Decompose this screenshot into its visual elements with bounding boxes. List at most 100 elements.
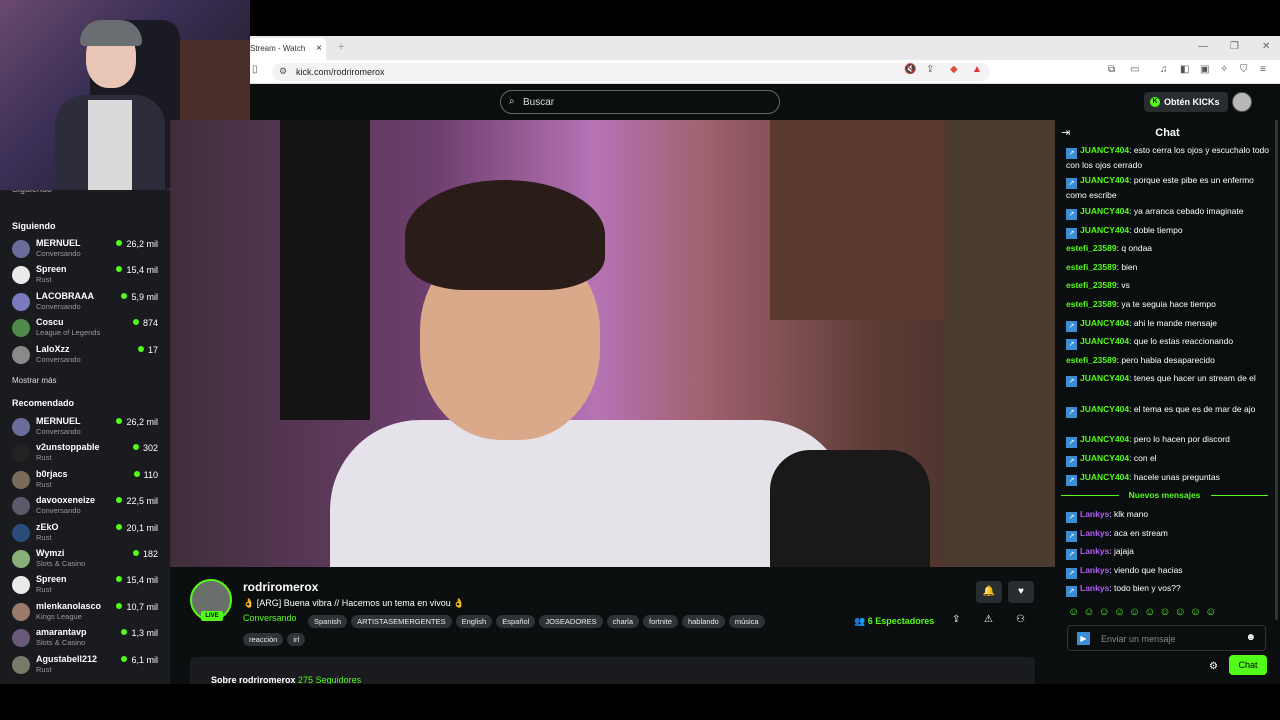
url-field[interactable]: ⚙ kick.com/rodriromerox — [272, 63, 990, 81]
subscriber-badge-icon: ↗ — [1066, 178, 1077, 189]
tag[interactable]: JOSEADORES — [539, 615, 603, 628]
user-actions-icon[interactable]: ⚇ — [1016, 614, 1025, 625]
sidebar-channel[interactable]: b0rjacs Rust 110 — [12, 469, 162, 493]
maximize-icon[interactable]: ❐ — [1230, 41, 1239, 52]
notification-bell-button[interactable]: 🔔 — [976, 581, 1002, 603]
subscriber-badge-icon: ↗ — [1066, 228, 1077, 239]
vpn-icon[interactable]: ⛉ — [1240, 64, 1248, 75]
mute-icon[interactable]: 🔇 — [904, 64, 916, 75]
share-icon[interactable]: ⇪ — [952, 614, 960, 625]
tag[interactable]: hablando — [681, 615, 725, 628]
tag[interactable]: ARTISTASEMERGENTES — [351, 615, 452, 628]
chat-input[interactable]: ▶ Enviar un mensaje ☻ — [1067, 625, 1266, 651]
chat-username[interactable]: JUANCY404 — [1080, 225, 1129, 235]
sidebar-channel[interactable]: MERNUEL Conversando 26,2 mil — [12, 416, 162, 440]
chat-username[interactable]: JUANCY404 — [1080, 404, 1129, 414]
chat-username[interactable]: JUANCY404 — [1080, 206, 1129, 216]
sidebar-channel[interactable]: v2unstoppable Rust 302 — [12, 442, 162, 466]
follow-heart-button[interactable]: ♥ — [1008, 581, 1034, 603]
share-icon[interactable]: ⇪ — [926, 64, 934, 75]
report-icon[interactable]: ⚠ — [984, 614, 993, 625]
minimize-icon[interactable]: — — [1198, 41, 1208, 52]
stream-category[interactable]: Conversando — [243, 613, 297, 623]
chat-message: estefi_23589: vs — [1066, 280, 1130, 290]
chat-username[interactable]: estefi_23589 — [1066, 243, 1117, 253]
search-input[interactable]: ⌕ Buscar — [500, 90, 780, 114]
emoji-icon[interactable]: ☻ — [1245, 632, 1256, 643]
emote-bar[interactable]: ☺☺☺☺☺☺☺☺☺☺ — [1068, 606, 1273, 618]
extensions-icon[interactable]: ⧉ — [1108, 64, 1115, 75]
send-chat-button[interactable]: Chat — [1229, 655, 1267, 675]
shield-icon[interactable]: ◆ — [950, 64, 958, 75]
bookmark-icon[interactable]: ▯ — [252, 64, 258, 75]
tag[interactable]: música — [728, 615, 765, 628]
chat-username[interactable]: Lankys — [1080, 565, 1109, 575]
chat-username[interactable]: JUANCY404 — [1080, 175, 1129, 185]
leo-icon[interactable]: ✧ — [1220, 64, 1228, 75]
chat-username[interactable]: Lankys — [1080, 583, 1109, 593]
chat-scrollbar[interactable] — [1275, 120, 1278, 620]
close-window-icon[interactable]: ✕ — [1262, 41, 1270, 52]
show-more-link[interactable]: Mostrar más — [12, 376, 56, 385]
chat-message: ↗ Lankys: aca en stream — [1066, 527, 1271, 542]
chat-username[interactable]: Lankys — [1080, 509, 1109, 519]
chat-username[interactable]: JUANCY404 — [1080, 318, 1129, 328]
sidebar-channel[interactable]: Spreen Rust 15,4 mil — [12, 264, 162, 288]
browser-tab[interactable]: Stream - Watch × — [250, 38, 326, 60]
tag[interactable]: charla — [606, 615, 640, 628]
channel-category: Rust — [36, 533, 52, 542]
tag[interactable]: reacción — [243, 633, 284, 646]
chat-username[interactable]: JUANCY404 — [1080, 373, 1129, 383]
chat-username[interactable]: JUANCY404 — [1080, 472, 1129, 482]
tag[interactable]: Spanish — [308, 615, 348, 628]
sidebar-channel[interactable]: davooxeneize Conversando 22,5 mil — [12, 495, 162, 519]
chat-username[interactable]: estefi_23589 — [1066, 262, 1117, 272]
tag[interactable]: English — [455, 615, 493, 628]
channel-name[interactable]: rodriromerox — [243, 580, 318, 594]
sidebar-channel[interactable]: zEkO Rust 20,1 mil — [12, 522, 162, 546]
sidebar-channel[interactable]: mlenkanolasco Kings League 10,7 mil — [12, 601, 162, 625]
video-player[interactable] — [170, 120, 1055, 567]
tab-close-icon[interactable]: × — [316, 43, 322, 54]
channel-avatar — [12, 293, 30, 311]
sidebar-channel[interactable]: LACOBRAAA Conversando 5,9 mil — [12, 291, 162, 315]
channel-category: Conversando — [36, 355, 81, 364]
chat-username[interactable]: Lankys — [1080, 528, 1109, 538]
sidebar-channel[interactable]: MERNUEL Conversando 26,2 mil — [12, 238, 162, 262]
sidebar-channel[interactable]: Coscu League of Legends 874 — [12, 317, 162, 341]
subscriber-badge-icon: ↗ — [1066, 437, 1077, 448]
chat-settings-icon[interactable]: ⚙ — [1209, 661, 1218, 672]
sidebar-channel[interactable]: Spreen Rust 15,4 mil — [12, 574, 162, 598]
sidebar-channel[interactable]: amarantavp Slots & Casino 1,3 mil — [12, 627, 162, 651]
sidebar-toggle-icon[interactable]: ◧ — [1180, 64, 1189, 75]
chat-username[interactable]: JUANCY404 — [1080, 453, 1129, 463]
chat-username[interactable]: JUANCY404 — [1080, 145, 1129, 155]
sidebar-channel[interactable]: Agustabell212 Rust 6,1 mil — [12, 654, 162, 678]
chat-username[interactable]: JUANCY404 — [1080, 336, 1129, 346]
chat-username[interactable]: estefi_23589 — [1066, 355, 1117, 365]
wallet-icon[interactable]: ▣ — [1200, 64, 1209, 75]
channel-avatar — [12, 656, 30, 674]
sidebar-channel[interactable]: Wymzi Slots & Casino 182 — [12, 548, 162, 572]
menu-icon[interactable]: ≡ — [1260, 64, 1266, 75]
new-tab-button[interactable]: + — [338, 41, 344, 53]
tag[interactable]: Español — [496, 615, 536, 628]
live-dot-icon — [121, 656, 128, 662]
channel-category: Slots & Casino — [36, 559, 86, 568]
get-kicks-button[interactable]: K Obtén KICKs — [1144, 92, 1228, 112]
tag[interactable]: irl — [287, 633, 306, 646]
user-avatar[interactable] — [1232, 92, 1252, 112]
tag[interactable]: fortnite — [643, 615, 678, 628]
rewards-icon[interactable]: ▲ — [972, 64, 982, 75]
chat-username[interactable]: JUANCY404 — [1080, 434, 1129, 444]
chat-username[interactable]: estefi_23589 — [1066, 299, 1117, 309]
chat-username[interactable]: estefi_23589 — [1066, 280, 1117, 290]
live-dot-icon — [132, 444, 139, 450]
chat-username[interactable]: Lankys — [1080, 546, 1109, 556]
media-icon[interactable]: ♫ — [1160, 64, 1168, 75]
site-settings-icon[interactable]: ⚙ — [279, 66, 287, 77]
screenshot-icon[interactable]: ▭ — [1130, 64, 1139, 75]
sidebar-channel[interactable]: LaloXzz Conversando 17 — [12, 344, 162, 368]
stream-title: 👌 [ARG] Buena vibra // Hacemos un tema e… — [243, 598, 465, 608]
live-dot-icon — [116, 418, 123, 424]
